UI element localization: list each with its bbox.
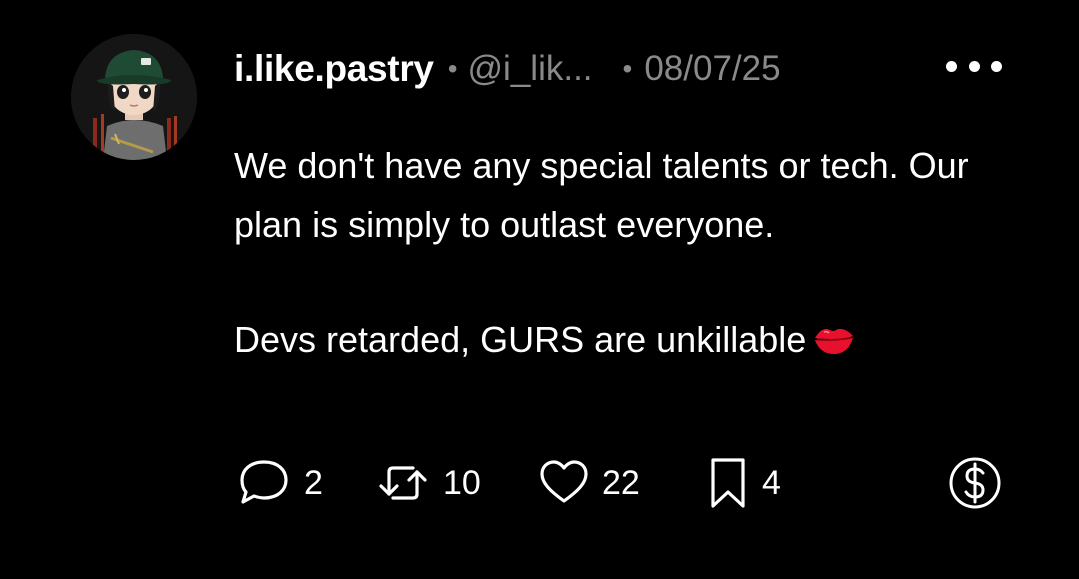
bookmark-count: 4 [762, 463, 781, 502]
header-separator: • [447, 53, 458, 84]
kiss-mark-icon [812, 316, 856, 354]
avatar-image [71, 34, 197, 160]
post-paragraph: Devs retarded, GURS are unkillable [234, 319, 807, 360]
author-display-name[interactable]: i.like.pastry [234, 48, 434, 90]
reply-count: 2 [304, 463, 323, 502]
heart-icon [538, 456, 590, 510]
repost-count: 10 [443, 463, 481, 502]
post-paragraph: We don't have any special talents or tec… [234, 145, 969, 245]
tip-button[interactable] [946, 456, 1004, 510]
repost-button[interactable]: 10 [375, 456, 481, 510]
post-body: We don't have any special talents or tec… [234, 136, 994, 369]
more-dot [946, 60, 957, 72]
header-separator: • [622, 53, 633, 84]
reply-button[interactable]: 2 [236, 456, 323, 510]
bookmark-icon [706, 456, 750, 510]
post-card: i.like.pastry • @i_lik... • 08/07/25 We … [0, 0, 1079, 579]
reply-icon [236, 456, 292, 510]
more-dot [968, 60, 980, 72]
bookmark-button[interactable]: 4 [706, 456, 781, 510]
more-options-icon[interactable] [946, 54, 1002, 78]
dollar-icon [946, 456, 1004, 510]
like-count: 22 [602, 463, 640, 502]
post-date[interactable]: 08/07/25 [644, 49, 780, 89]
avatar[interactable] [71, 34, 197, 160]
author-handle[interactable]: @i_lik... [468, 49, 593, 89]
more-dot [991, 60, 1002, 72]
repost-icon [375, 456, 431, 510]
post-paragraph-emoji-line: Devs retarded, GURS are unkillable [234, 310, 994, 369]
post-actions: 2 10 22 4 [236, 456, 1026, 510]
post-header: i.like.pastry • @i_lik... • 08/07/25 [234, 44, 781, 94]
like-button[interactable]: 22 [538, 456, 640, 510]
